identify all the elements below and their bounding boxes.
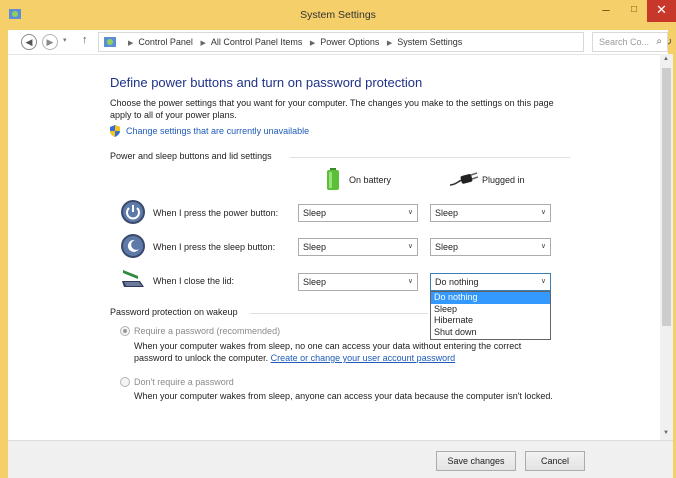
plugged-in-header: Plugged in	[482, 175, 525, 185]
laptop-lid-icon	[122, 270, 144, 287]
sleep-button-plugged-select[interactable]: Sleep ∨	[430, 238, 551, 256]
cancel-button[interactable]: Cancel	[525, 451, 585, 471]
address-bar[interactable]: ▶ Control Panel ▶ All Control Panel Items …	[98, 32, 672, 52]
scroll-up-icon[interactable]: ▲	[663, 56, 669, 62]
chevron-down-icon: ∨	[540, 209, 546, 216]
maximize-button[interactable]: □	[621, 0, 647, 22]
sleep-button-label: When I press the sleep button:	[153, 242, 276, 252]
no-password-description: When your computer wakes from sleep, any…	[134, 391, 553, 401]
no-password-label: Don't require a password	[134, 377, 234, 387]
breadcrumb-all-items[interactable]: All Control Panel Items	[211, 37, 303, 47]
shield-icon	[110, 125, 120, 137]
page-description: Choose the power settings that you want …	[110, 98, 554, 120]
lid-close-plugged-select[interactable]: Do nothing ∨	[430, 273, 551, 291]
power-button-label: When I press the power button:	[153, 208, 279, 218]
chevron-down-icon: ∨	[540, 243, 546, 250]
sleep-button-battery-select[interactable]: Sleep ∨	[298, 238, 418, 256]
control-panel-icon	[104, 37, 116, 47]
forward-button[interactable]: ▶	[42, 34, 58, 50]
power-button-plugged-select[interactable]: Sleep ∨	[430, 204, 551, 222]
search-input[interactable]: Search Co... ⌕	[592, 32, 668, 52]
on-battery-header: On battery	[349, 175, 392, 185]
option-sleep[interactable]: Sleep	[431, 304, 550, 316]
change-settings-link[interactable]: Change settings that are currently unava…	[126, 126, 309, 136]
minimize-button[interactable]: –	[593, 0, 619, 22]
no-password-radio[interactable]	[120, 377, 130, 387]
lid-close-label: When I close the lid:	[153, 276, 235, 286]
chevron-down-icon: ∨	[407, 209, 413, 216]
save-changes-button[interactable]: Save changes	[436, 451, 516, 471]
power-group-label: Power and sleep buttons and lid settings	[110, 151, 272, 161]
password-group-label: Password protection on wakeup	[110, 307, 238, 317]
battery-icon	[327, 168, 339, 190]
close-button[interactable]: ✕	[647, 0, 676, 22]
button-bar: Save changes Cancel	[8, 440, 673, 478]
window-title: System Settings	[300, 9, 376, 21]
breadcrumb-power-options[interactable]: Power Options	[320, 37, 379, 47]
search-placeholder: Search Co...	[599, 37, 650, 47]
option-do-nothing[interactable]: Do nothing	[431, 292, 550, 304]
require-password-radio[interactable]	[120, 326, 130, 336]
radio-selected-dot	[123, 329, 127, 333]
page-title: Define power buttons and turn on passwor…	[110, 75, 423, 90]
require-password-description: When your computer wakes from sleep, no …	[134, 341, 522, 363]
sleep-button-icon	[121, 234, 145, 258]
up-arrow-icon[interactable]: ↑	[82, 34, 88, 46]
chevron-down-icon: ∨	[540, 278, 546, 285]
lid-close-battery-select[interactable]: Sleep ∨	[298, 273, 418, 291]
vertical-scrollbar[interactable]: ▲ ▼	[660, 54, 673, 440]
window-frame: System Settings – □ ✕ ◀ ▶ ▾ ↑ ▶ Control P…	[0, 0, 676, 478]
require-password-label: Require a password (recommended)	[134, 326, 281, 336]
scrollbar-thumb[interactable]	[662, 68, 671, 326]
search-icon[interactable]: ⌕	[656, 36, 662, 47]
breadcrumb-control-panel[interactable]: Control Panel	[138, 37, 193, 47]
power-plug-icon	[450, 172, 478, 186]
lid-close-options-list[interactable]: Do nothing Sleep Hibernate Shut down	[430, 291, 551, 340]
power-button-battery-select[interactable]: Sleep ∨	[298, 204, 418, 222]
option-hibernate[interactable]: Hibernate	[431, 315, 550, 327]
recent-locations-icon[interactable]: ▾	[63, 36, 67, 44]
divider	[250, 313, 428, 314]
power-button-icon	[121, 200, 145, 224]
option-shut-down[interactable]: Shut down	[431, 327, 550, 339]
navigation-bar: ◀ ▶ ▾ ↑ ▶ Control Panel ▶ All Control Pane…	[8, 30, 672, 54]
chevron-down-icon: ∨	[407, 278, 413, 285]
breadcrumb-system-settings[interactable]: System Settings	[397, 37, 462, 47]
change-password-link[interactable]: Create or change your user account passw…	[271, 353, 456, 363]
chevron-down-icon: ∨	[407, 243, 413, 250]
breadcrumb: ▶ Control Panel ▶ All Control Panel Items …	[128, 37, 463, 47]
divider	[290, 157, 570, 158]
back-button[interactable]: ◀	[21, 34, 37, 50]
scroll-down-icon[interactable]: ▼	[663, 430, 669, 436]
title-bar[interactable]: System Settings – □ ✕	[0, 0, 676, 28]
